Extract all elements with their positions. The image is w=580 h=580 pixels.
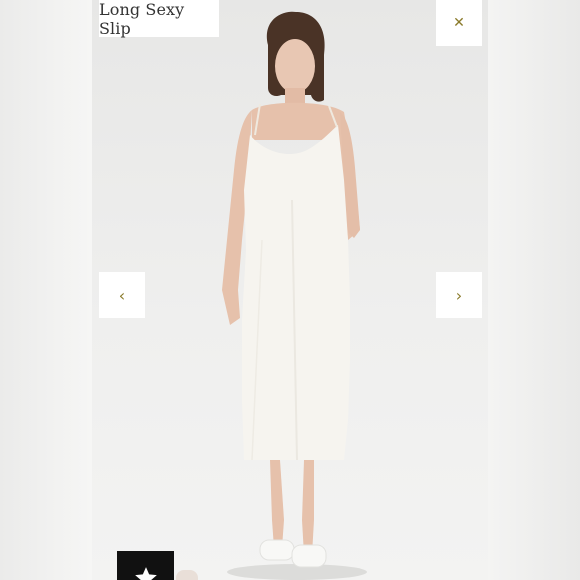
product-photo [92, 0, 488, 580]
left-backdrop [0, 0, 92, 580]
chevron-right-icon: › [455, 285, 463, 305]
model-in-white-slip-dress [222, 11, 367, 580]
next-image-button[interactable]: › [436, 272, 482, 318]
right-backdrop [488, 0, 580, 580]
star-icon [135, 567, 157, 580]
product-title: Long Sexy Slip [99, 0, 219, 38]
close-button[interactable]: ✕ [436, 0, 482, 46]
chevron-left-icon: ‹ [118, 285, 126, 305]
thumbnail-peek [176, 570, 198, 580]
star-badge[interactable] [117, 551, 174, 580]
previous-image-button[interactable]: ‹ [99, 272, 145, 318]
close-icon: ✕ [453, 15, 465, 31]
